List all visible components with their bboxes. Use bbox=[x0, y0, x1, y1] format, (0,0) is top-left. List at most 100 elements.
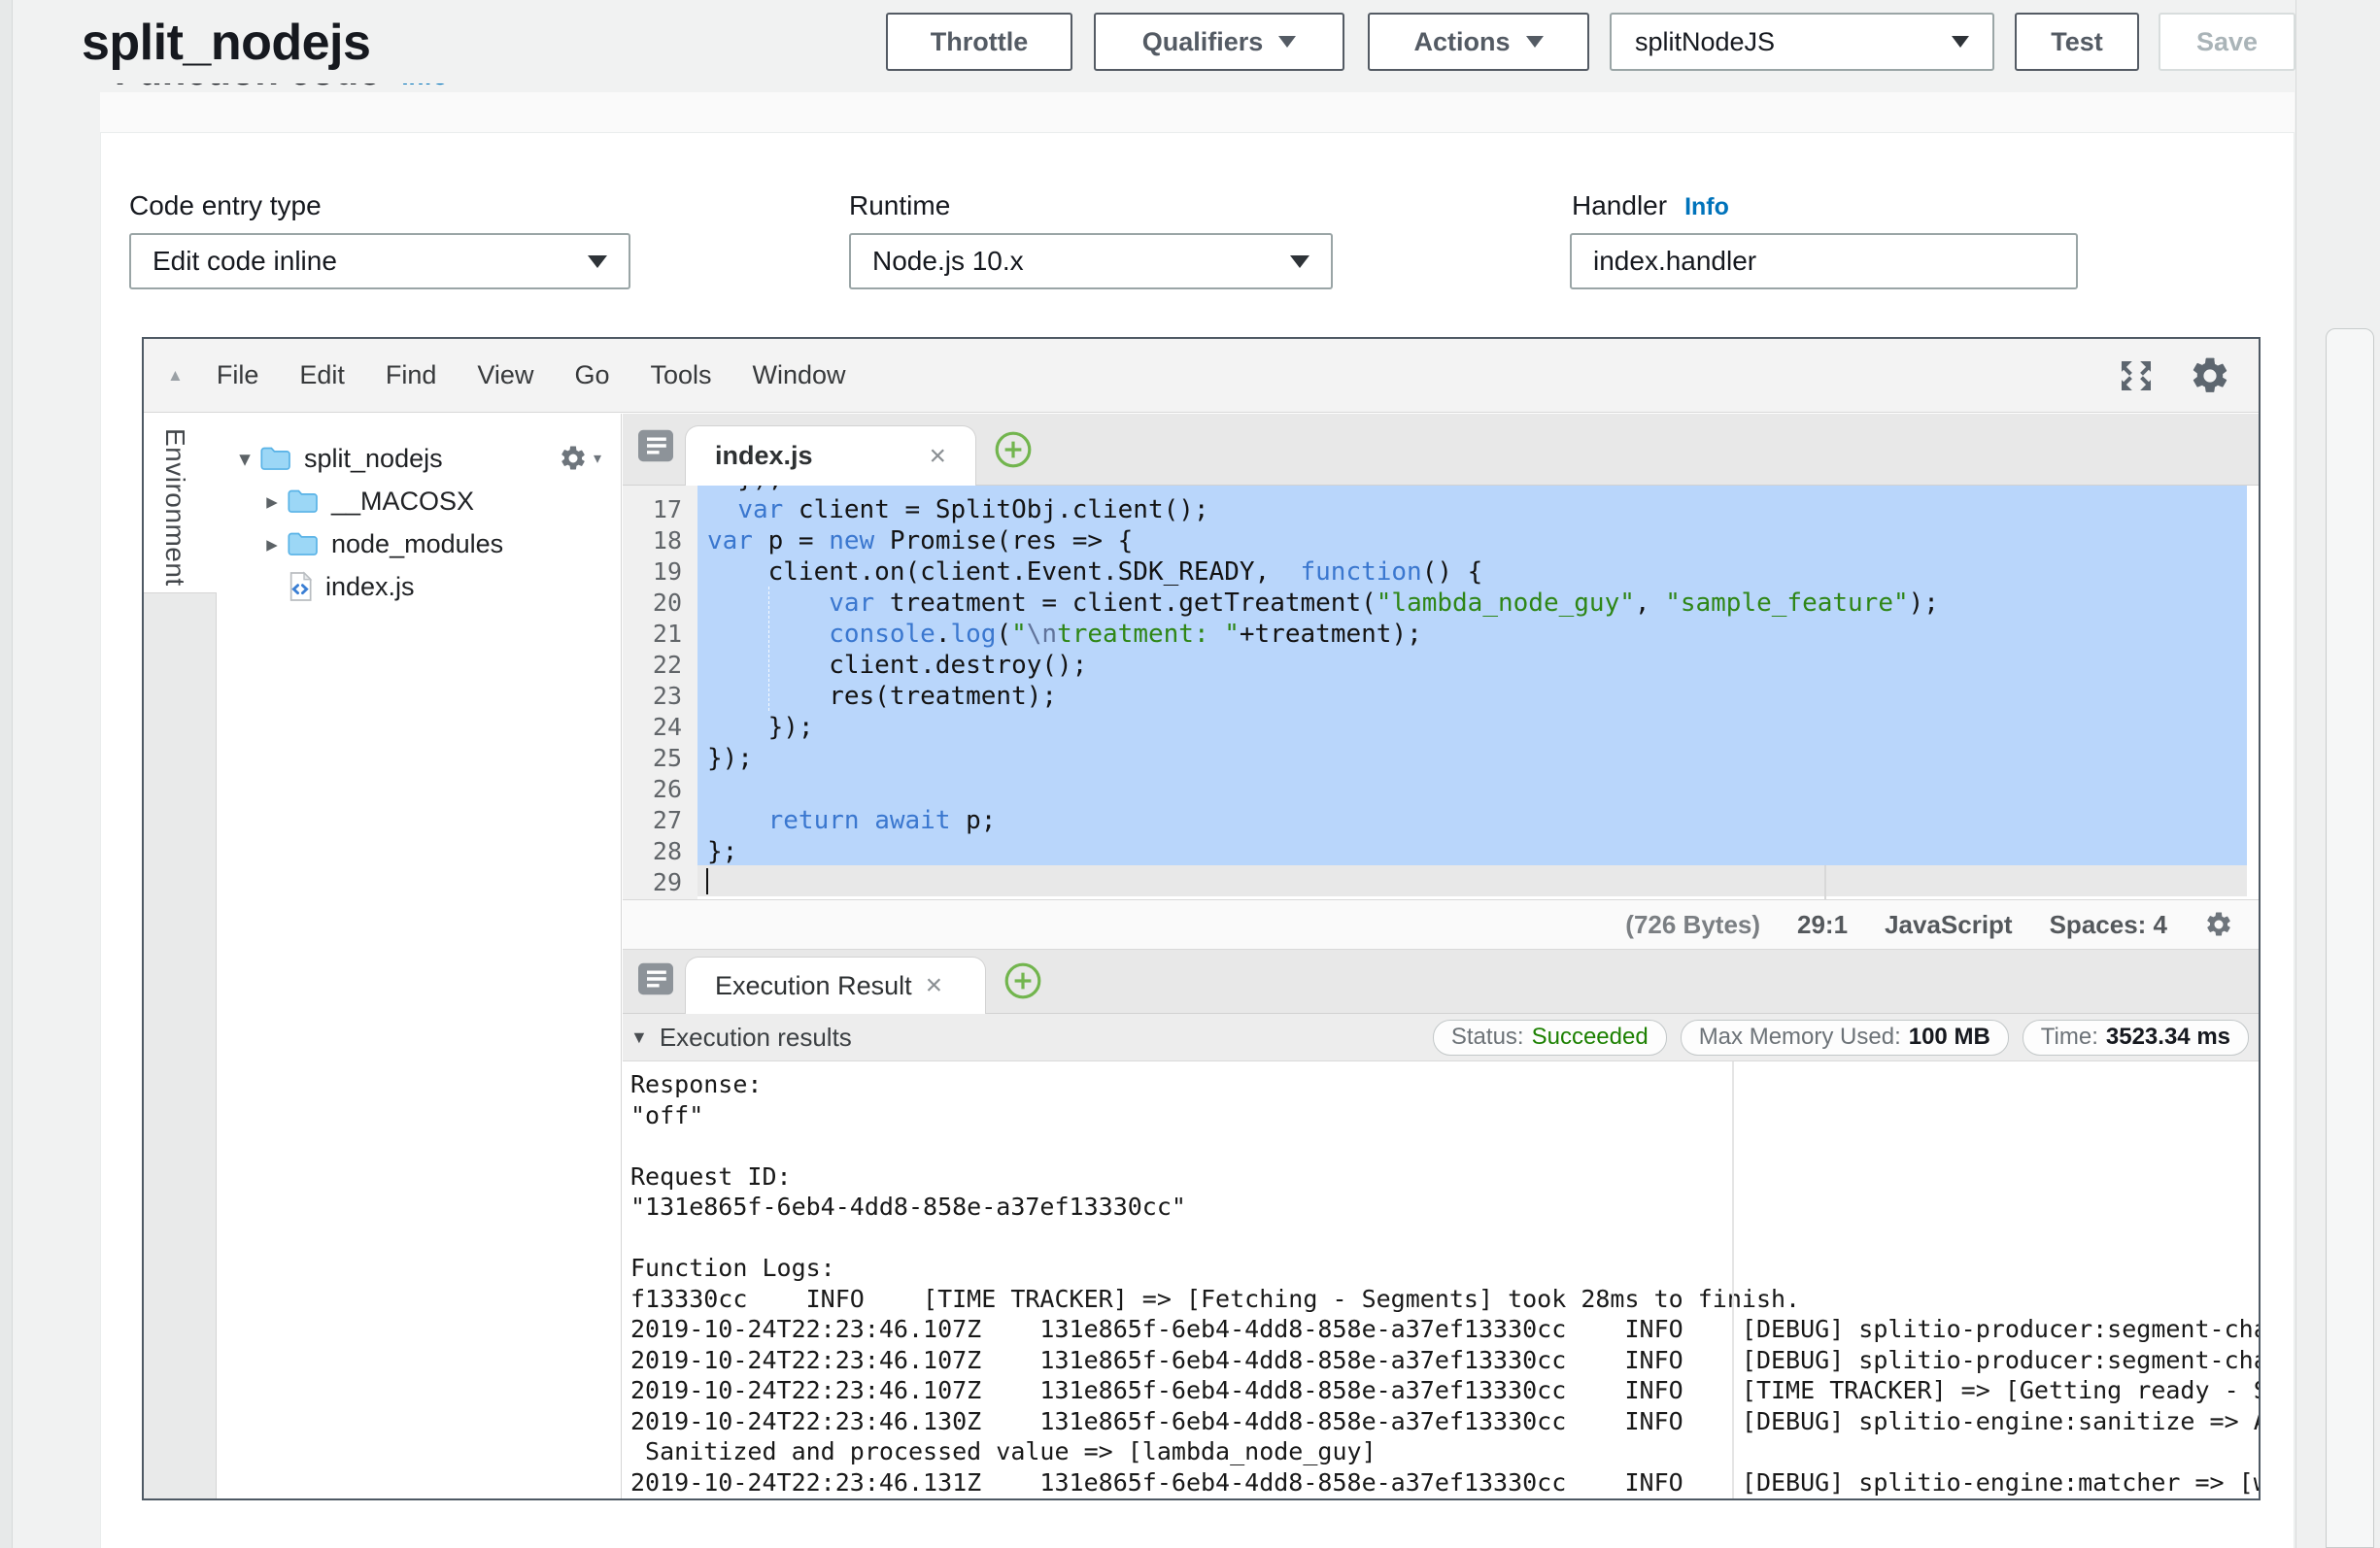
status-badge-2: Time:3523.34 ms bbox=[2023, 1020, 2249, 1056]
folder-icon bbox=[259, 445, 292, 472]
new-tab-plus-icon[interactable] bbox=[1003, 961, 1042, 1000]
new-tab-plus-icon[interactable] bbox=[994, 430, 1033, 469]
line-number-26: 26 bbox=[623, 774, 697, 805]
code-line-17: var client = SplitObj.client(); bbox=[697, 494, 2259, 525]
folder-icon bbox=[287, 488, 320, 515]
tree-item-label: __MACOSX bbox=[331, 487, 474, 517]
sidebar-strip bbox=[144, 592, 217, 1498]
indent-guide bbox=[768, 587, 769, 711]
tree-item-label: split_nodejs bbox=[304, 444, 443, 474]
tab-index-js[interactable]: index.js × bbox=[685, 425, 976, 486]
handler-label-text: Handler bbox=[1572, 190, 1667, 220]
menu-tools[interactable]: Tools bbox=[650, 360, 711, 389]
tab-execution-result[interactable]: Execution Result × bbox=[685, 957, 986, 1014]
code-editor-content[interactable]: }); var client = SplitObj.client();var p… bbox=[697, 486, 2259, 899]
caret-collapsed-icon[interactable]: ▸ bbox=[259, 488, 285, 515]
test-button[interactable]: Test bbox=[2015, 13, 2139, 71]
execution-status-badges: Status:Succeeded Max Memory Used:100 MB Ti… bbox=[1433, 1020, 2249, 1056]
tree-item--macosx[interactable]: ▸ __MACOSX bbox=[217, 480, 621, 522]
file-size-indicator: (726 Bytes) bbox=[1625, 910, 1760, 940]
tree-item-index-js[interactable]: index.js bbox=[217, 565, 621, 608]
page-scrollbar-thumb[interactable] bbox=[2326, 328, 2374, 1548]
tree-item-split-nodejs[interactable]: ▾ split_nodejs ▾ bbox=[217, 437, 621, 480]
menu-go[interactable]: Go bbox=[574, 360, 609, 389]
fullscreen-icon[interactable] bbox=[2117, 356, 2156, 395]
execution-results-header: ▼ Execution results Status:Succeeded Max … bbox=[623, 1014, 2259, 1061]
code-entry-type-label: Code entry type bbox=[129, 190, 322, 221]
chevron-down-icon bbox=[588, 255, 607, 268]
caret-collapsed-icon[interactable]: ▸ bbox=[259, 531, 285, 557]
editor-settings-gear-icon[interactable] bbox=[2189, 354, 2231, 397]
code-line-21: console.log("\ntreatment: "+treatment); bbox=[697, 619, 2259, 650]
execution-results-title: Execution results bbox=[660, 1023, 852, 1053]
menu-find[interactable]: Find bbox=[386, 360, 437, 389]
line-number-gutter: 17181920212223242526272829 bbox=[623, 486, 697, 899]
throttle-button[interactable]: Throttle bbox=[886, 13, 1072, 71]
code-line-20: var treatment = client.getTreatment("lam… bbox=[697, 588, 2259, 619]
handler-input-value: index.handler bbox=[1593, 246, 1756, 277]
menu-window[interactable]: Window bbox=[753, 360, 846, 389]
line-number-21: 21 bbox=[623, 619, 697, 650]
folder-icon bbox=[287, 530, 320, 557]
save-button[interactable]: Save bbox=[2159, 13, 2295, 71]
save-button-label: Save bbox=[2196, 27, 2258, 57]
caret-expanded-icon[interactable]: ▾ bbox=[232, 446, 257, 472]
menu-items: File Edit Find View Go Tools Window bbox=[217, 360, 887, 390]
runtime-value: Node.js 10.x bbox=[872, 246, 1024, 277]
runtime-select[interactable]: Node.js 10.x bbox=[849, 233, 1333, 289]
status-badge-0: Status:Succeeded bbox=[1433, 1020, 1667, 1056]
tree-item-node-modules[interactable]: ▸ node_modules bbox=[217, 522, 621, 565]
menu-file[interactable]: File bbox=[217, 360, 259, 389]
chevron-down-icon bbox=[1952, 36, 1969, 48]
actions-button-label: Actions bbox=[1413, 27, 1510, 57]
menu-view[interactable]: View bbox=[477, 360, 533, 389]
code-editor[interactable]: 17181920212223242526272829 }); var clien… bbox=[623, 486, 2259, 899]
results-tabbar: Execution Result × bbox=[623, 950, 2259, 1014]
language-mode-indicator[interactable]: JavaScript bbox=[1885, 910, 2013, 940]
menu-edit[interactable]: Edit bbox=[299, 360, 345, 389]
qualifiers-button[interactable]: Qualifiers bbox=[1094, 13, 1344, 71]
section-info-link: Info bbox=[401, 84, 448, 91]
handler-label: Handler Info bbox=[1572, 190, 1729, 221]
line-number-27: 27 bbox=[623, 805, 697, 836]
tree-settings-gear-icon[interactable]: ▾ bbox=[559, 444, 601, 473]
collapse-panel-icon[interactable]: ▲ bbox=[167, 366, 184, 386]
indentation-indicator[interactable]: Spaces: 4 bbox=[2050, 910, 2167, 940]
triangle-down-icon: ▼ bbox=[630, 1027, 648, 1048]
actions-button[interactable]: Actions bbox=[1368, 13, 1589, 71]
close-icon[interactable]: × bbox=[926, 971, 943, 1000]
tab-execution-result-label: Execution Result bbox=[715, 971, 912, 1001]
section-title-clipped: Function code Info bbox=[115, 84, 659, 99]
code-entry-type-select[interactable]: Edit code inline bbox=[129, 233, 630, 289]
line-number-17: 17 bbox=[623, 494, 697, 525]
editor-pane: index.js × 17181920212223242526272829 })… bbox=[623, 414, 2259, 1498]
tab-list-icon[interactable] bbox=[636, 961, 675, 996]
editor-menubar: ▲ File Edit Find View Go Tools Window bbox=[144, 339, 2259, 413]
chevron-down-icon bbox=[1526, 36, 1544, 48]
tree-item-label: node_modules bbox=[331, 529, 503, 559]
handler-input[interactable]: index.handler bbox=[1570, 233, 2078, 289]
tab-list-icon[interactable] bbox=[636, 428, 675, 463]
test-button-label: Test bbox=[2051, 27, 2103, 57]
alias-select[interactable]: splitNodeJS bbox=[1610, 13, 1994, 71]
code-line-29 bbox=[697, 867, 2259, 898]
cursor-position-indicator[interactable]: 29:1 bbox=[1797, 910, 1848, 940]
line-number-23: 23 bbox=[623, 681, 697, 712]
code-line-24: }); bbox=[697, 712, 2259, 743]
environment-tab[interactable]: Environment bbox=[159, 428, 190, 587]
code-line-22: client.destroy(); bbox=[697, 650, 2259, 681]
execution-results-output[interactable]: Response: "off" Request ID: "131e865f-6e… bbox=[623, 1061, 2259, 1498]
tab-index-js-label: index.js bbox=[715, 441, 813, 471]
code-line-19: client.on(client.Event.SDK_READY, functi… bbox=[697, 556, 2259, 588]
execution-results-toggle[interactable]: ▼ Execution results bbox=[630, 1023, 852, 1053]
status-badge-1: Max Memory Used:100 MB bbox=[1681, 1020, 2009, 1056]
code-line-28: }; bbox=[697, 836, 2259, 867]
code-line-18: var p = new Promise(res => { bbox=[697, 525, 2259, 556]
line-number-18: 18 bbox=[623, 525, 697, 556]
code-line-27: return await p; bbox=[697, 805, 2259, 836]
qualifiers-button-label: Qualifiers bbox=[1142, 27, 1264, 57]
close-icon[interactable]: × bbox=[929, 442, 946, 471]
handler-info-link[interactable]: Info bbox=[1684, 193, 1729, 220]
statusbar-gear-icon[interactable] bbox=[2204, 910, 2233, 939]
code-line-25: }); bbox=[697, 743, 2259, 774]
